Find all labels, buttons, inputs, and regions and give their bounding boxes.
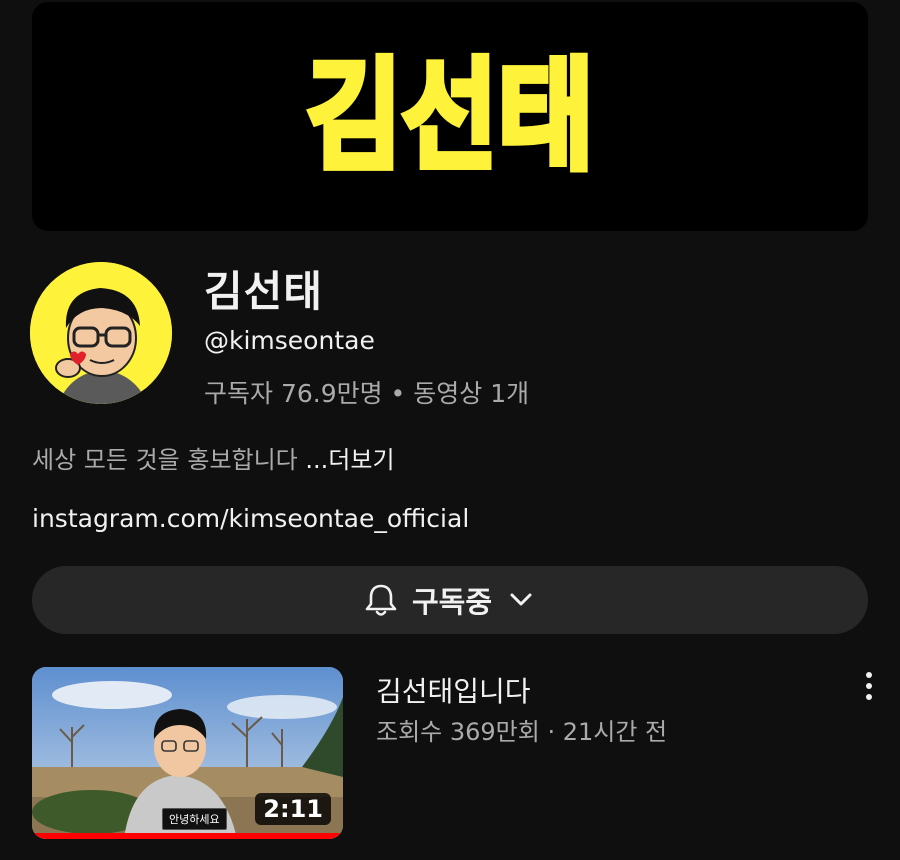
channel-name: 김선태 — [204, 267, 323, 316]
channel-description: 세상 모든 것을 홍보합니다 — [32, 446, 306, 474]
video-title[interactable]: 김선태입니다 — [376, 670, 531, 710]
kebab-dot — [866, 694, 872, 700]
channel-banner: 김선태 — [32, 2, 868, 231]
video-meta: 조회수 369만회 · 21시간 전 — [376, 718, 668, 746]
channel-avatar[interactable] — [30, 262, 172, 404]
more-link[interactable]: ...더보기 — [305, 446, 394, 474]
bell-icon — [365, 584, 397, 616]
video-duration: 2:11 — [255, 793, 331, 825]
watch-progress-fill — [32, 833, 343, 839]
channel-description-row[interactable]: 세상 모든 것을 홍보합니다 ...더보기 — [32, 440, 395, 475]
avatar-illustration — [30, 262, 172, 404]
banner-logo: 김선태 — [303, 44, 596, 189]
channel-stats: 구독자 76.9만명 • 동영상 1개 — [204, 379, 530, 408]
video-thumbnail[interactable]: 안녕하세요 2:11 — [32, 667, 343, 839]
chevron-down-icon — [510, 593, 532, 606]
subscribed-button[interactable]: 구독중 — [32, 566, 868, 634]
channel-external-link[interactable]: instagram.com/kimseontae_official — [32, 504, 469, 533]
kebab-dot — [866, 683, 872, 689]
more-vert-icon[interactable] — [856, 668, 882, 704]
watch-progress-bar — [32, 833, 343, 839]
channel-handle: @kimseontae — [204, 326, 375, 355]
banner-logo-text: 김선태 — [306, 47, 593, 186]
subscribed-label: 구독중 — [411, 585, 493, 619]
channel-page: 김선태 김선태 @kimseontae 구독자 76.9만명 • 동영상 1개 … — [0, 0, 900, 860]
kebab-dot — [866, 672, 872, 678]
thumbnail-caption: 안녕하세요 — [162, 808, 227, 830]
